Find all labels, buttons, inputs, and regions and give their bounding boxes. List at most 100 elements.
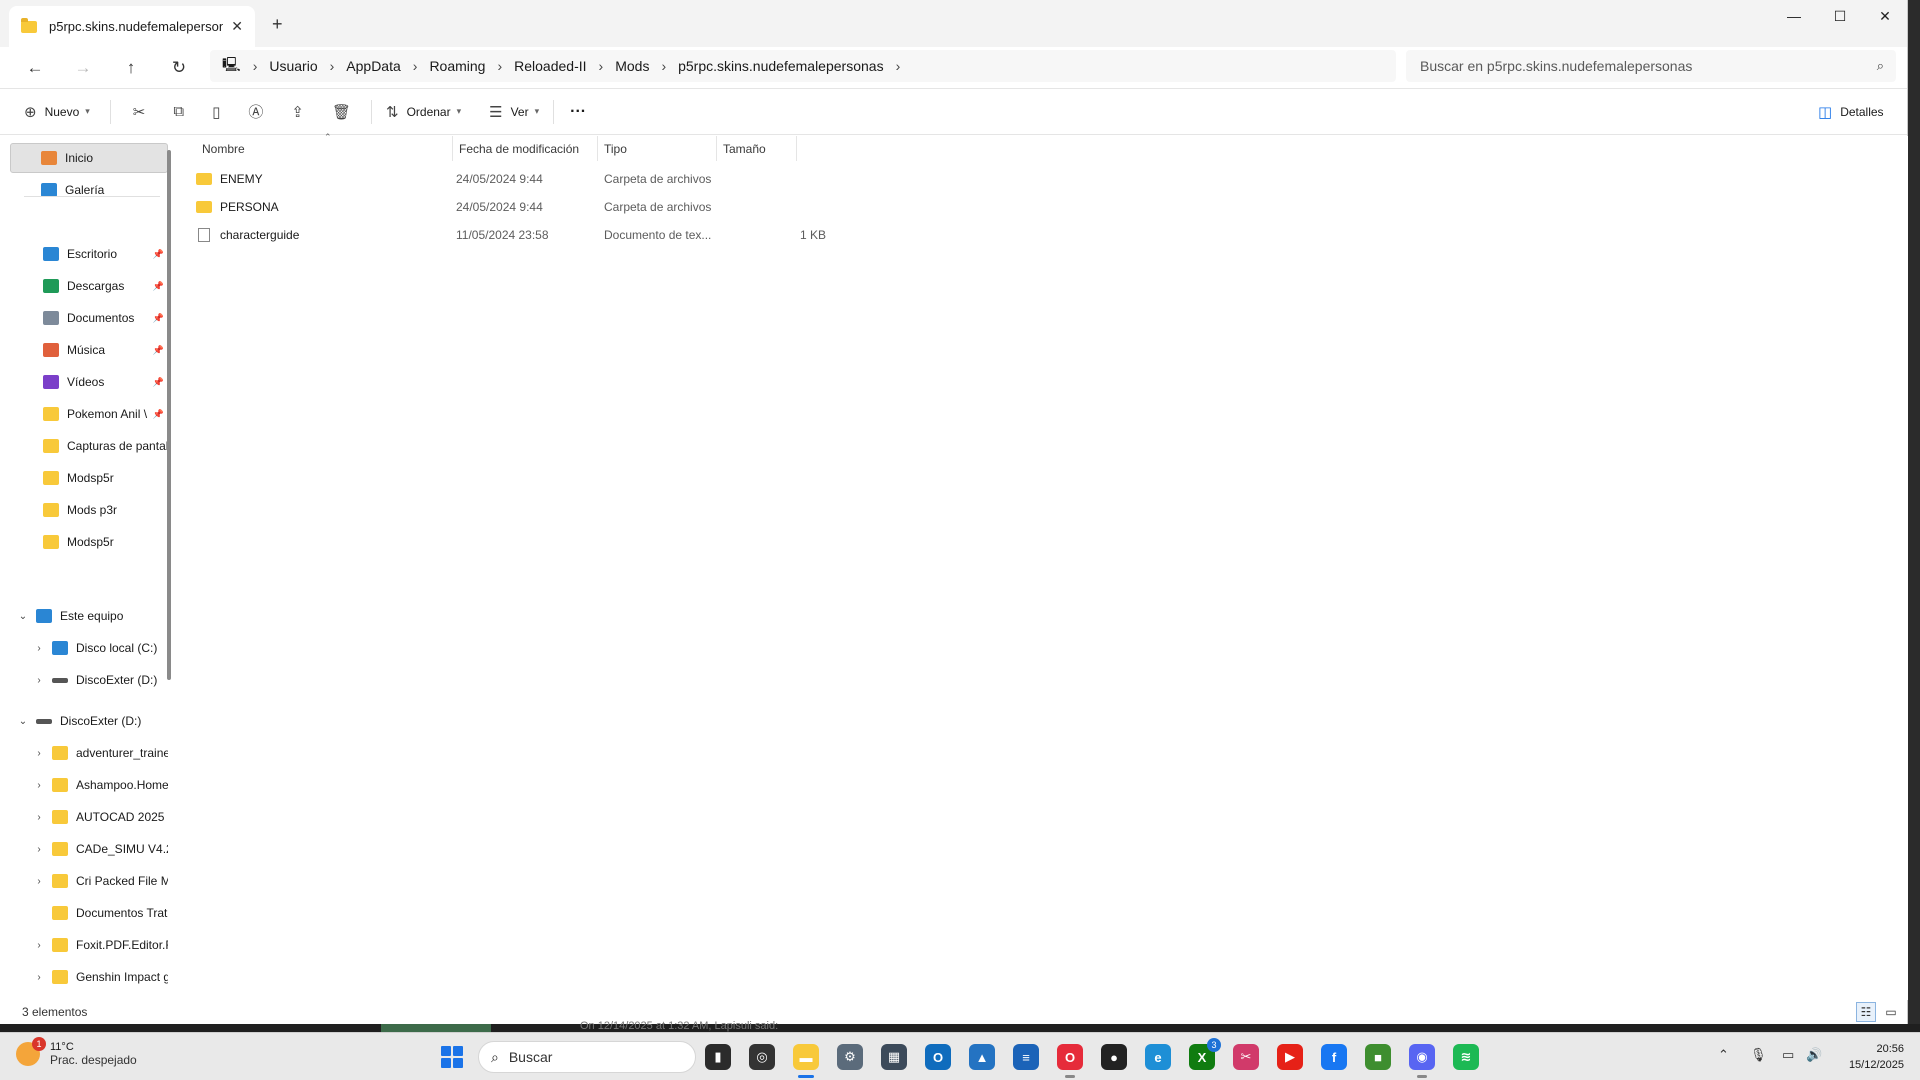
maximize-button[interactable]: ☐ <box>1817 0 1863 32</box>
breadcrumb-chevron-icon[interactable]: › <box>661 58 666 74</box>
column-header-name[interactable]: Nombre <box>196 136 454 161</box>
chevron-right-icon[interactable]: › <box>32 844 46 855</box>
new-tab-button[interactable]: + <box>272 14 283 35</box>
start-button[interactable] <box>441 1046 463 1068</box>
cut-button[interactable]: ✂ <box>133 97 154 127</box>
delete-button[interactable]: 🗑 <box>332 97 359 127</box>
breadcrumb-item[interactable]: AppData <box>346 58 400 74</box>
network-icon[interactable]: ▭ <box>1782 1047 1794 1063</box>
breadcrumb-chevron-icon[interactable]: › <box>330 58 335 74</box>
column-header-size[interactable]: Tamaño <box>717 136 807 161</box>
chevron-right-icon[interactable]: › <box>32 780 46 791</box>
sidebar-item-folder-7[interactable]: › Genshin Impact g <box>10 962 168 992</box>
calculator-icon[interactable]: ▦ <box>881 1044 907 1070</box>
column-header-date[interactable]: Fecha de modificación <box>453 136 593 161</box>
sidebar-item-quick-6[interactable]: Capturas de pantal <box>10 431 168 461</box>
breadcrumb-item[interactable]: Usuario <box>269 58 317 74</box>
obs-icon[interactable]: ◎ <box>749 1044 775 1070</box>
close-window-button[interactable]: ✕ <box>1862 0 1908 32</box>
sidebar-item-folder-4[interactable]: › Cri Packed File M <box>10 866 168 896</box>
notepad-icon[interactable]: ≡ <box>1013 1044 1039 1070</box>
details-view-button[interactable]: ☷ <box>1856 1002 1876 1022</box>
sidebar-item-drive-0[interactable]: › Disco local (C:) <box>10 633 168 663</box>
sidebar-item-quick-8[interactable]: Mods p3r <box>10 495 168 525</box>
sidebar-item-drive-1[interactable]: › DiscoExter (D:) <box>10 665 168 695</box>
chevron-right-icon[interactable]: › <box>32 876 46 887</box>
weather-widget[interactable]: 1 11°C Prac. despejado <box>16 1037 137 1067</box>
sidebar-item-folder-3[interactable]: › CADe_SIMU V4.2 <box>10 834 168 864</box>
xbox-icon[interactable]: X3 <box>1189 1038 1221 1070</box>
chevron-down-icon[interactable]: ⌄ <box>16 716 30 727</box>
clock[interactable]: 20:56 15/12/2025 <box>1849 1041 1904 1073</box>
view-button[interactable]: ☰ Ver ▾ <box>489 97 539 127</box>
column-header-type[interactable]: Tipo <box>598 136 698 161</box>
chevron-right-icon[interactable]: › <box>32 675 46 686</box>
breadcrumb-chevron-icon[interactable]: › <box>497 58 502 74</box>
tray-overflow-chevron[interactable]: ⌃ <box>1718 1047 1729 1063</box>
sidebar-item-quick-4[interactable]: Vídeos 📌 <box>10 367 168 397</box>
breadcrumb-chevron-icon[interactable]: › <box>253 58 258 74</box>
breadcrumb-chevron-icon[interactable]: › <box>599 58 604 74</box>
file-row[interactable]: PERSONA 24/05/2024 9:44 Carpeta de archivo… <box>196 194 836 220</box>
microphone-icon[interactable]: 🎙 <box>1750 1047 1767 1063</box>
facebook-icon[interactable]: f <box>1321 1044 1347 1070</box>
chevron-right-icon[interactable]: › <box>32 643 46 654</box>
breadcrumb[interactable]: 🖳 › Usuario › AppData › Roaming › Reloaded-II › M… <box>210 50 1396 82</box>
minimize-button[interactable]: — <box>1771 0 1817 32</box>
rename-button[interactable]: Ⓐ <box>248 97 271 127</box>
computer-icon[interactable]: 🖳 <box>222 54 241 78</box>
spotify-icon[interactable]: ≋ <box>1453 1044 1479 1070</box>
sidebar-item-quick-7[interactable]: Modsp5r <box>10 463 168 493</box>
new-button[interactable]: ⊕ Nuevo ▾ <box>24 97 90 127</box>
close-tab-icon[interactable]: ✕ <box>231 18 243 35</box>
sidebar-item-quick-1[interactable]: Descargas 📌 <box>10 271 168 301</box>
sidebar-item-disco-d[interactable]: ⌄ DiscoExter (D:) <box>10 706 168 736</box>
sidebar-item-folder-0[interactable]: › adventurer_traine <box>10 738 168 768</box>
search-input[interactable]: Buscar en p5rpc.skins.nudefemalepersonas… <box>1406 50 1896 82</box>
sidebar-item-quick-5[interactable]: Pokemon Anil \ 📌 <box>10 399 168 429</box>
breadcrumb-item[interactable]: Reloaded-II <box>514 58 586 74</box>
sidebar-item-folder-6[interactable]: › Foxit.PDF.Editor.F <box>10 930 168 960</box>
pokeball-icon[interactable]: ● <box>1101 1044 1127 1070</box>
sidebar-item-quick-3[interactable]: Música 📌 <box>10 335 168 365</box>
sort-button[interactable]: ⇅ Ordenar ▾ <box>386 97 461 127</box>
opera-icon[interactable]: O <box>1057 1044 1083 1078</box>
tab-current-folder[interactable]: p5rpc.skins.nudefemalepersonas ✕ <box>9 6 255 47</box>
task-view-icon[interactable]: ▮ <box>705 1044 731 1070</box>
breadcrumb-item[interactable]: p5rpc.skins.nudefemalepersonas <box>678 58 883 74</box>
column-divider[interactable] <box>796 136 797 161</box>
minecraft-icon[interactable]: ■ <box>1365 1044 1391 1070</box>
sidebar-item-quick-0[interactable]: Escritorio 📌 <box>10 239 168 269</box>
file-row[interactable]: characterguide 11/05/2024 23:58 Documento … <box>196 222 836 248</box>
breadcrumb-item[interactable]: Roaming <box>429 58 485 74</box>
paste-button[interactable]: ▯ <box>212 97 228 127</box>
settings-icon[interactable]: ⚙ <box>837 1044 863 1070</box>
up-button[interactable]: ↑ <box>120 57 142 79</box>
chevron-right-icon[interactable]: › <box>32 748 46 759</box>
refresh-button[interactable]: ↻ <box>168 57 190 79</box>
volume-icon[interactable]: 🔊 <box>1806 1047 1822 1063</box>
sidebar-item-folder-2[interactable]: › AUTOCAD 2025 <box>10 802 168 832</box>
sidebar-item-folder-5[interactable]: Documentos Trat <box>10 898 168 928</box>
chevron-right-icon[interactable]: › <box>32 812 46 823</box>
sidebar-item-quick-2[interactable]: Documentos 📌 <box>10 303 168 333</box>
more-options-button[interactable]: ··· <box>570 97 586 127</box>
edge-icon[interactable]: e <box>1145 1044 1171 1070</box>
breadcrumb-chevron-icon[interactable]: › <box>413 58 418 74</box>
sidebar-scrollbar[interactable] <box>167 150 171 680</box>
file-row[interactable]: ENEMY 24/05/2024 9:44 Carpeta de archivos <box>196 166 836 192</box>
snipping-tool-icon[interactable]: ✂ <box>1233 1044 1259 1070</box>
discord-icon[interactable]: ◉ <box>1409 1044 1435 1078</box>
breadcrumb-item[interactable]: Mods <box>615 58 649 74</box>
details-pane-button[interactable]: ◫ Detalles <box>1818 97 1884 127</box>
youtube-icon[interactable]: ▶ <box>1277 1044 1303 1070</box>
sidebar-item-quick-9[interactable]: Modsp5r <box>10 527 168 557</box>
chevron-right-icon[interactable]: › <box>32 972 46 983</box>
breadcrumb-chevron-icon[interactable]: › <box>896 58 901 74</box>
taskbar-search[interactable]: ⌕ Buscar <box>478 1041 696 1073</box>
back-button[interactable]: ← <box>24 57 46 79</box>
forward-button[interactable]: → <box>72 57 94 79</box>
sidebar-item-folder-1[interactable]: › Ashampoo.Home <box>10 770 168 800</box>
copy-button[interactable]: ⧉ <box>173 97 192 127</box>
photos-icon[interactable]: ▲ <box>969 1044 995 1070</box>
